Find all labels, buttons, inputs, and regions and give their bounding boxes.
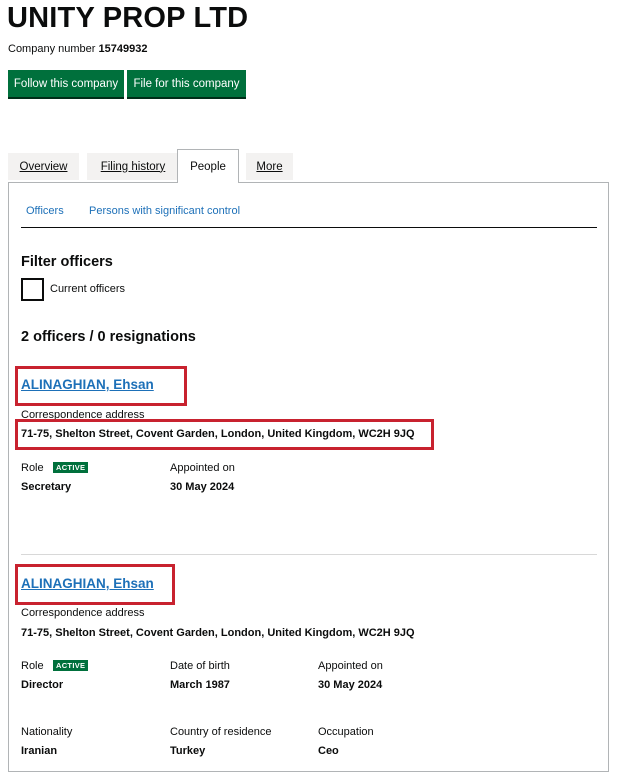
officer-2-role-label: Role [21, 660, 44, 672]
tab-more[interactable]: More [246, 153, 293, 180]
officer-2-appointed-label: Appointed on [318, 660, 383, 672]
tab-overview[interactable]: Overview [8, 153, 79, 180]
filter-heading: Filter officers [21, 254, 113, 270]
current-officers-checkbox[interactable] [21, 278, 44, 301]
officer-2-role: Director [21, 679, 64, 691]
tab-people[interactable]: People [177, 149, 239, 183]
officer-2-nationality: Iranian [21, 745, 58, 757]
follow-company-button[interactable]: Follow this company [8, 70, 124, 97]
people-panel: Officers Persons with significant contro… [8, 182, 609, 772]
company-number-label: Company number [8, 43, 96, 55]
subtab-divider [21, 227, 597, 228]
officer-1-role-label: Role [21, 462, 44, 474]
officer-name-link-1[interactable]: ALINAGHIAN, Ehsan [21, 377, 154, 392]
officer-divider [21, 554, 597, 555]
subtab-officers[interactable]: Officers [26, 205, 64, 217]
officer-1-address: 71-75, Shelton Street, Covent Garden, Lo… [21, 428, 415, 440]
officer-count-heading: 2 officers / 0 resignations [21, 329, 196, 345]
officer-2-occupation-label: Occupation [318, 726, 374, 738]
officer-2-dob: March 1987 [170, 679, 230, 691]
officer-1-status-badge: ACTIVE [53, 462, 89, 473]
officer-1-appointed: 30 May 2024 [170, 481, 235, 493]
officer-1-role: Secretary [21, 481, 72, 493]
company-number: Company number 15749932 [8, 43, 147, 55]
officer-2-occupation: Ceo [318, 745, 339, 757]
current-officers-label[interactable]: Current officers [50, 283, 125, 295]
company-number-value: 15749932 [98, 43, 148, 55]
officer-2-address-label: Correspondence address [21, 607, 145, 619]
officer-2-nationality-label: Nationality [21, 726, 73, 738]
company-name: UNITY PROP LTD [7, 2, 249, 34]
tab-filing-history[interactable]: Filing history [87, 153, 179, 180]
officer-2-status-badge: ACTIVE [53, 660, 89, 671]
officer-2-dob-label: Date of birth [170, 660, 230, 672]
officer-2-appointed: 30 May 2024 [318, 679, 383, 691]
officer-name-link-2[interactable]: ALINAGHIAN, Ehsan [21, 576, 154, 591]
officer-1-appointed-label: Appointed on [170, 462, 235, 474]
file-for-company-button[interactable]: File for this company [127, 70, 246, 97]
officer-2-address: 71-75, Shelton Street, Covent Garden, Lo… [21, 627, 415, 639]
officer-2-residence-label: Country of residence [170, 726, 272, 738]
officer-2-residence: Turkey [170, 745, 206, 757]
subtab-psc[interactable]: Persons with significant control [89, 205, 240, 217]
